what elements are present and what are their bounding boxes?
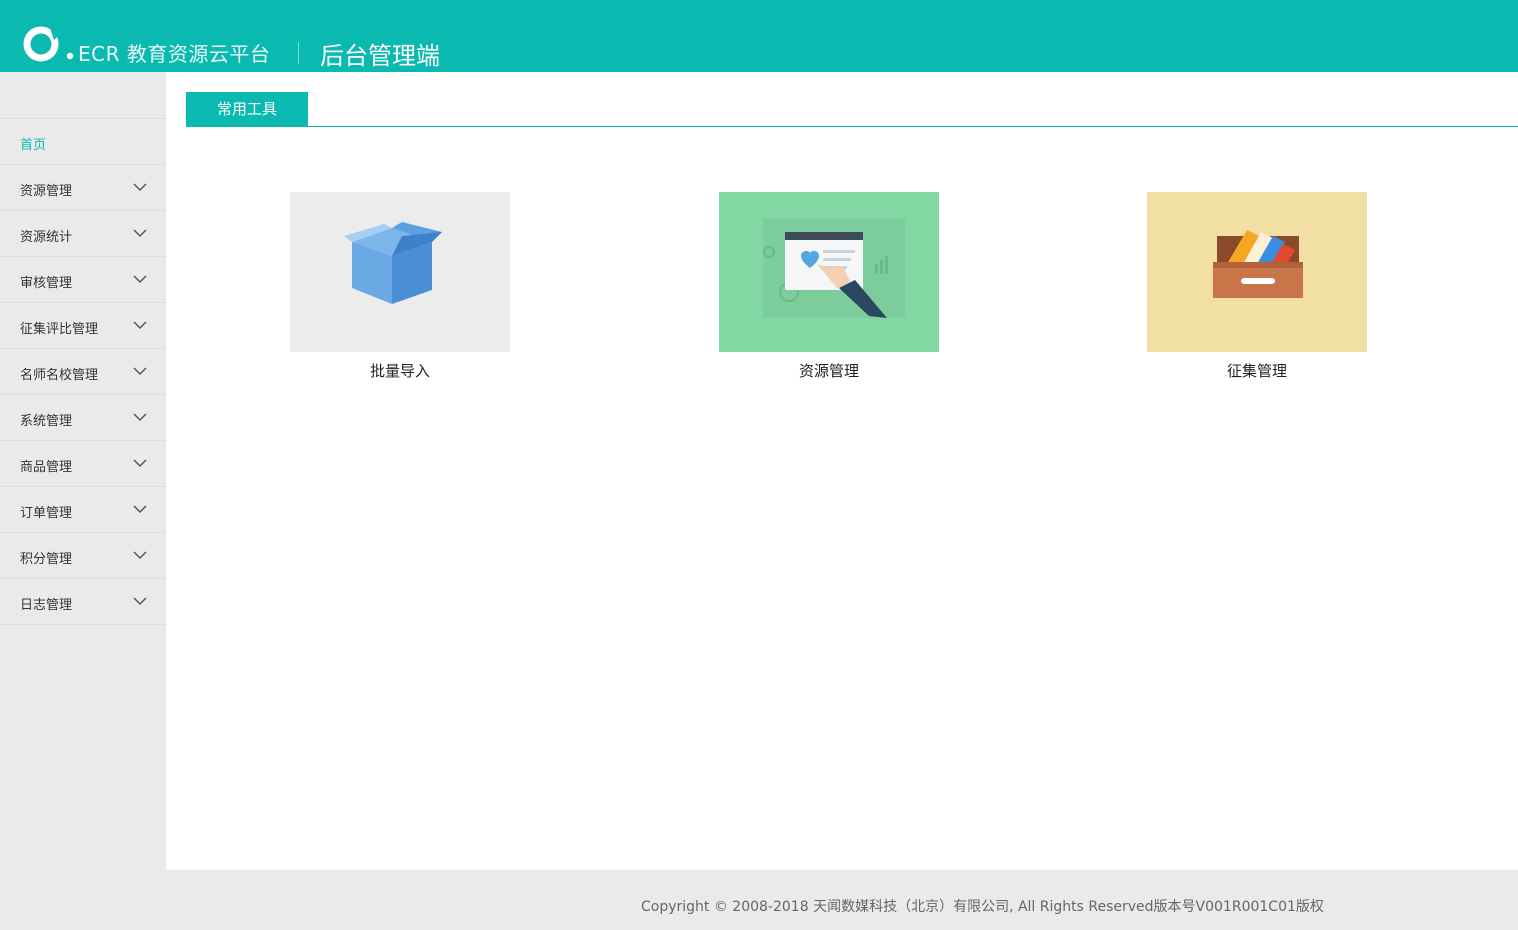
tool-label: 征集管理: [1226, 362, 1287, 380]
sidebar-item-points-management[interactable]: 积分管理: [0, 533, 166, 579]
tool-batch-import[interactable]: 批量导入: [290, 192, 510, 381]
tool-label: 资源管理: [798, 362, 859, 380]
sidebar-item-order-management[interactable]: 订单管理: [0, 487, 166, 533]
copyright-text: Copyright © 2008-2018 天闻数媒科技（北京）有限公司, Al…: [641, 899, 1324, 915]
resource-management-image: [719, 192, 939, 352]
chevron-down-icon: [133, 229, 147, 238]
chevron-down-icon: [133, 183, 147, 192]
sidebar-item-resource-management[interactable]: 资源管理: [0, 165, 166, 211]
sidebar-item-product-management[interactable]: 商品管理: [0, 441, 166, 487]
sidebar-item-system-management[interactable]: 系统管理: [0, 395, 166, 441]
tool-collection-management[interactable]: 征集管理: [1147, 192, 1367, 381]
sidebar-item-log-management[interactable]: 日志管理: [0, 579, 166, 625]
tab-common-tools[interactable]: 常用工具: [186, 92, 308, 126]
chevron-down-icon: [133, 597, 147, 606]
sidebar-item-label: 积分管理: [20, 552, 73, 567]
sidebar-item-label: 审核管理: [20, 276, 73, 291]
batch-import-image: [290, 192, 510, 352]
collection-management-image: [1147, 192, 1367, 352]
footer: Copyright © 2008-2018 天闻数媒科技（北京）有限公司, Al…: [0, 870, 1518, 930]
main-content: 常用工具 批量导入 资源管理 征集管理: [166, 72, 1518, 870]
sidebar-item-famous-teachers[interactable]: 名师名校管理: [0, 349, 166, 395]
box-icon: [344, 222, 442, 304]
chevron-down-icon: [133, 505, 147, 514]
sidebar-item-label: 首页: [20, 138, 47, 153]
drawer-icon: [1213, 230, 1303, 298]
chevron-down-icon: [133, 275, 147, 284]
sidebar-item-label: 名师名校管理: [20, 368, 99, 383]
sidebar: 首页 资源管理 资源统计 审核管理 征集评比管理 名师名校管理 系统管理 商品管…: [0, 72, 166, 870]
tab-underline: [186, 126, 1518, 127]
sidebar-item-label: 订单管理: [20, 506, 73, 521]
chevron-down-icon: [133, 367, 147, 376]
ecr-logo-icon[interactable]: [20, 24, 76, 64]
page-title: 后台管理端: [320, 42, 440, 70]
sidebar-item-review-management[interactable]: 审核管理: [0, 257, 166, 303]
chevron-down-icon: [133, 459, 147, 468]
sidebar-item-collection-contest[interactable]: 征集评比管理: [0, 303, 166, 349]
header-divider: [298, 42, 299, 64]
sidebar-item-label: 资源统计: [20, 230, 73, 245]
top-header: ECR 教育资源云平台 后台管理端: [0, 0, 1518, 72]
sidebar-item-label: 征集评比管理: [20, 322, 99, 337]
sidebar-item-home[interactable]: 首页: [0, 119, 166, 165]
sidebar-item-label: 商品管理: [20, 460, 73, 475]
chevron-down-icon: [133, 551, 147, 560]
chevron-down-icon: [133, 413, 147, 422]
sidebar-item-label: 系统管理: [20, 414, 73, 429]
browser-touch-icon: [763, 218, 905, 318]
sidebar-item-resource-statistics[interactable]: 资源统计: [0, 211, 166, 257]
sidebar-item-label: 日志管理: [20, 598, 73, 613]
platform-name: ECR 教育资源云平台: [78, 42, 271, 66]
sidebar-menu: 首页 资源管理 资源统计 审核管理 征集评比管理 名师名校管理 系统管理 商品管…: [0, 118, 166, 625]
tool-label: 批量导入: [369, 362, 430, 380]
tool-resource-management[interactable]: 资源管理: [719, 192, 939, 381]
chevron-down-icon: [133, 321, 147, 330]
sidebar-item-label: 资源管理: [20, 184, 73, 199]
